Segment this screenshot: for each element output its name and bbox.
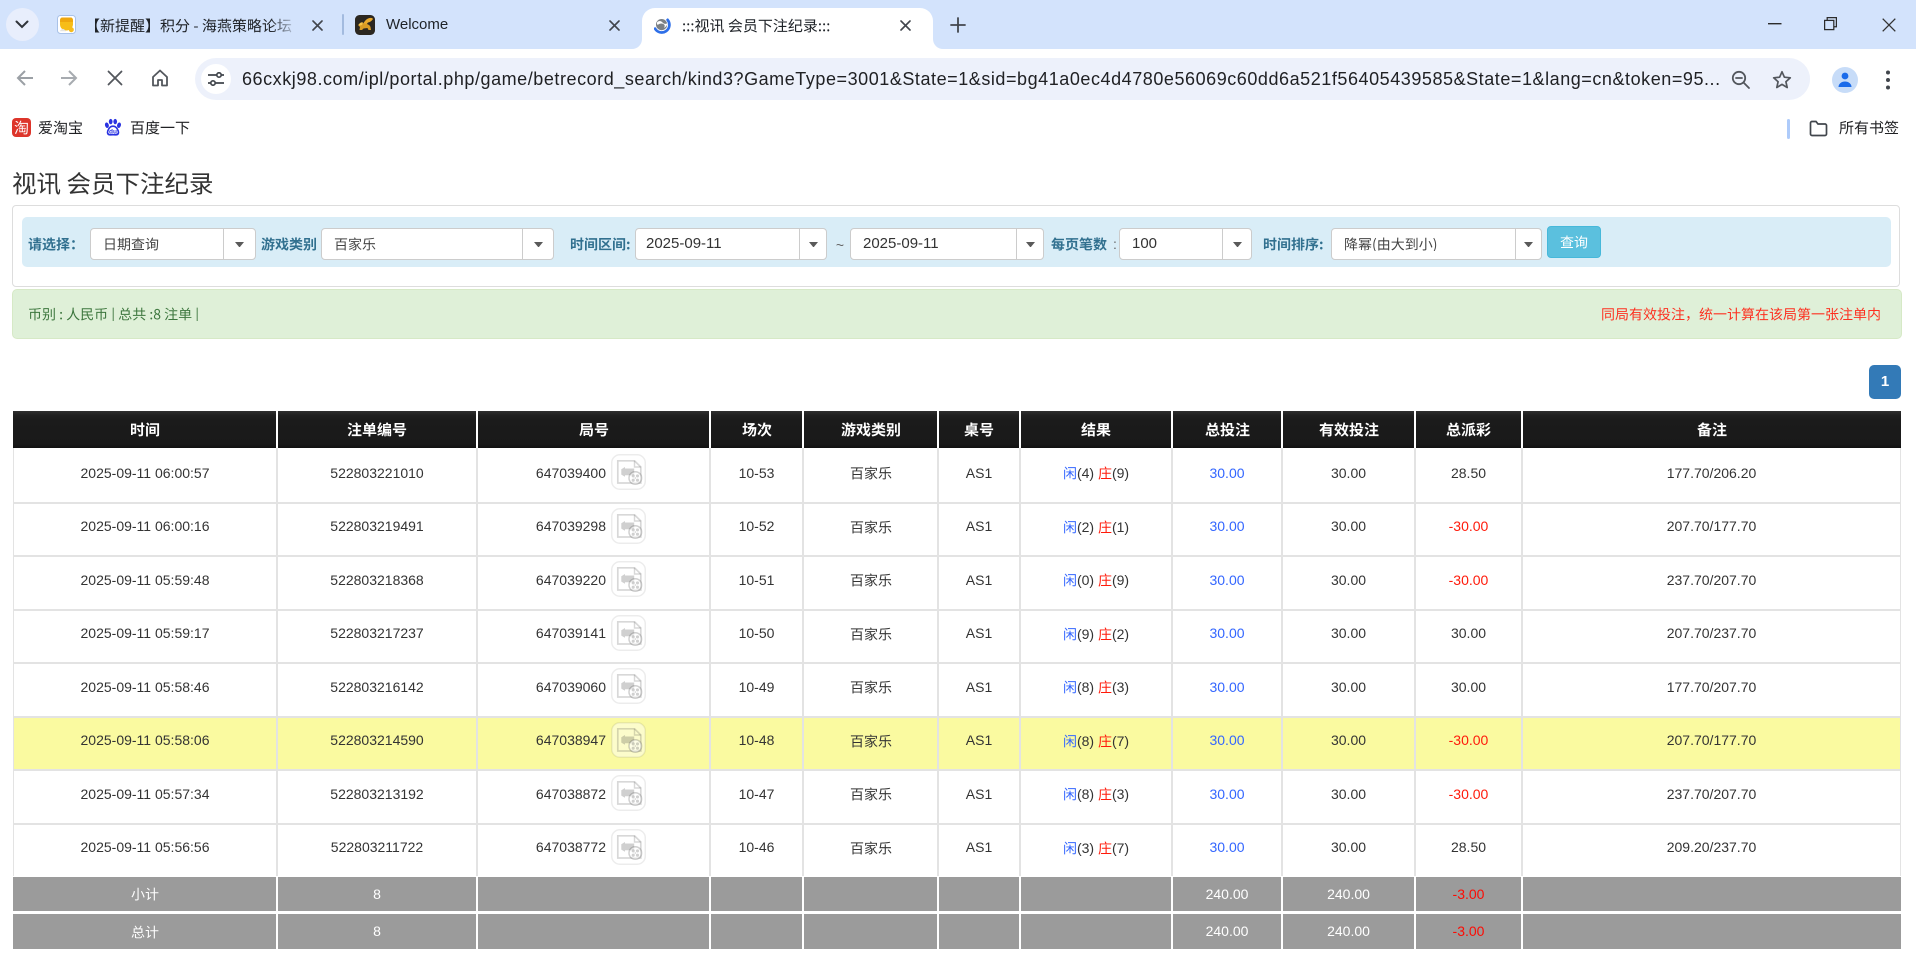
svg-text:du: du bbox=[109, 128, 117, 135]
